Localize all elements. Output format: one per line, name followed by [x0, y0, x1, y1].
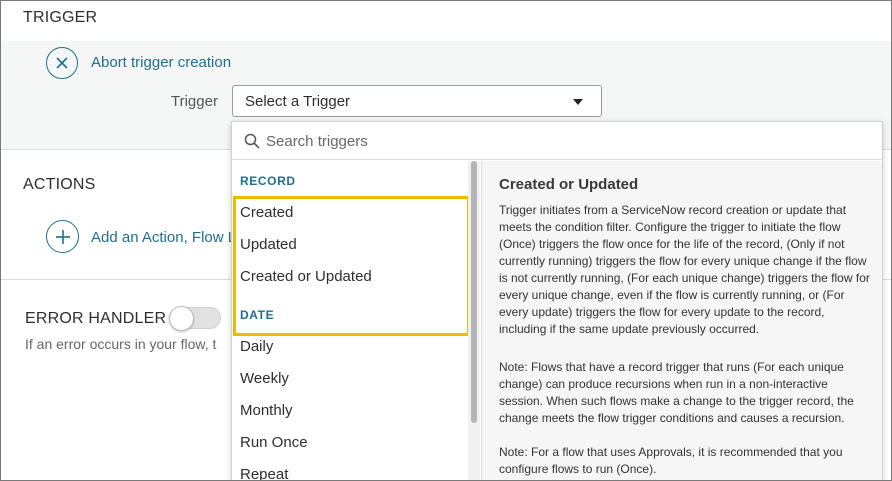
abort-trigger-link[interactable]: Abort trigger creation: [91, 54, 231, 71]
add-action-link[interactable]: Add an Action, Flow L: [91, 229, 236, 246]
description-paragraph: Note: For a flow that uses Approvals, it…: [499, 445, 843, 476]
description-title: Created or Updated: [499, 176, 639, 193]
trigger-list: RECORD Created Updated Created or Update…: [232, 161, 480, 480]
trigger-select-value: Select a Trigger: [245, 93, 351, 110]
description-paragraph: Note: Flows that have a record trigger t…: [499, 360, 854, 425]
plus-icon: [55, 229, 70, 244]
close-icon: [56, 57, 68, 69]
search-icon: [244, 133, 260, 149]
list-item-run-once[interactable]: Run Once: [240, 434, 308, 451]
list-item-monthly[interactable]: Monthly: [240, 402, 293, 419]
caret-down-icon: [573, 99, 583, 105]
toggle-knob: [169, 306, 194, 331]
add-action-button[interactable]: [46, 220, 79, 253]
error-handler-title: ERROR HANDLER: [25, 310, 167, 327]
list-scrollbar[interactable]: [468, 161, 480, 480]
search-triggers-input[interactable]: [266, 128, 866, 154]
list-item-repeat[interactable]: Repeat: [240, 466, 288, 480]
trigger-field-label: Trigger: [171, 93, 218, 110]
abort-trigger-button[interactable]: [46, 47, 78, 79]
trigger-dropdown: RECORD Created Updated Created or Update…: [231, 121, 883, 480]
actions-section-title: ACTIONS: [23, 176, 96, 193]
list-item-weekly[interactable]: Weekly: [240, 370, 289, 387]
search-row: [232, 122, 882, 160]
group-header-record: RECORD: [240, 174, 296, 188]
scroll-thumb[interactable]: [471, 161, 477, 423]
description-paragraph: Trigger initiates from a ServiceNow reco…: [499, 203, 870, 336]
trigger-section-title: TRIGGER: [23, 9, 98, 26]
error-handler-toggle[interactable]: [169, 306, 221, 331]
list-item-daily[interactable]: Daily: [240, 338, 273, 355]
trigger-select[interactable]: Select a Trigger: [232, 85, 602, 117]
highlight-box: [233, 196, 470, 336]
trigger-description-pane: Created or Updated Trigger initiates fro…: [481, 161, 882, 480]
error-handler-description: If an error occurs in your flow, t: [25, 336, 217, 352]
flow-designer-panel: TRIGGER Abort trigger creation Trigger S…: [0, 0, 892, 481]
